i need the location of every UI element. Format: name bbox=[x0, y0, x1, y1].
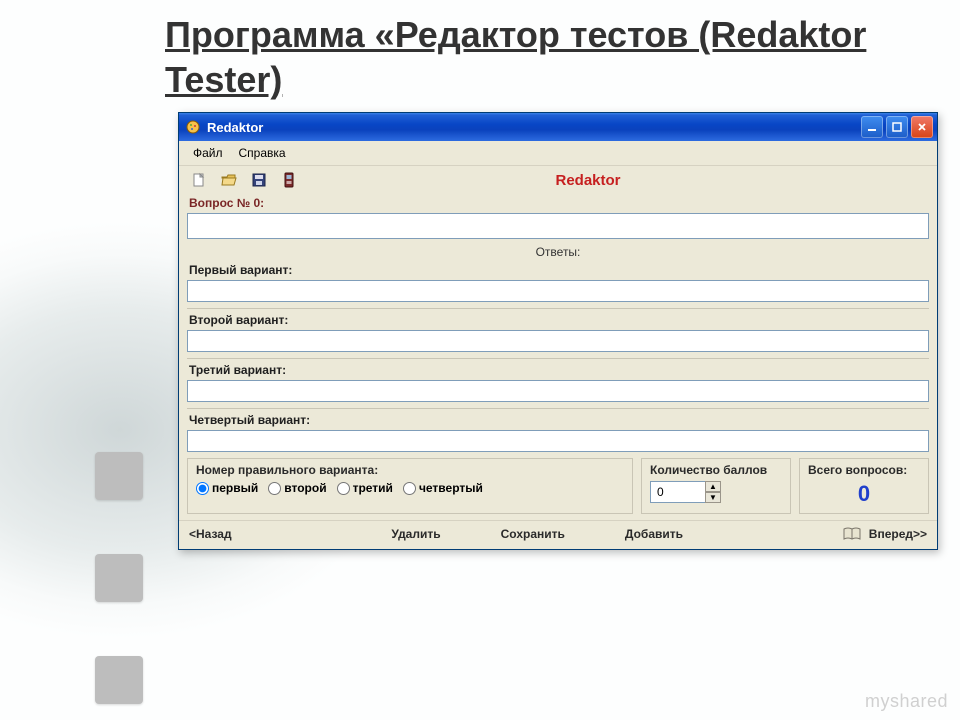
variant-1-input[interactable] bbox=[187, 280, 929, 302]
separator bbox=[187, 308, 929, 309]
slide-title: Программа «Редактор тестов (Redaktor Tes… bbox=[165, 12, 905, 102]
app-name-label: Redaktor bbox=[249, 172, 927, 189]
radio-1-input[interactable] bbox=[196, 482, 209, 495]
app-icon bbox=[185, 119, 201, 135]
app-window: Redaktor Файл Справка Redaktor Вопрос № … bbox=[178, 112, 938, 550]
open-file-button[interactable] bbox=[219, 170, 239, 190]
question-input[interactable] bbox=[187, 213, 929, 239]
points-input[interactable] bbox=[650, 481, 706, 503]
form-body: Вопрос № 0: Ответы: Первый вариант: Втор… bbox=[179, 192, 937, 520]
variant-3-label: Третий вариант: bbox=[189, 363, 927, 377]
variant-1-label: Первый вариант: bbox=[189, 263, 927, 277]
radio-1-label: первый bbox=[212, 481, 258, 495]
minimize-button[interactable] bbox=[861, 116, 883, 138]
menu-help[interactable]: Справка bbox=[233, 144, 292, 162]
radio-4-label: четвертый bbox=[419, 481, 483, 495]
nav-bar: <Назад Удалить Сохранить Добавить Вперед… bbox=[179, 520, 937, 549]
close-button[interactable] bbox=[911, 116, 933, 138]
forward-button[interactable]: Вперед>> bbox=[869, 527, 927, 541]
points-title: Количество баллов bbox=[650, 463, 782, 477]
points-spin-down[interactable]: ▼ bbox=[705, 492, 721, 503]
decorative-square bbox=[95, 452, 143, 500]
variant-4-label: Четвертый вариант: bbox=[189, 413, 927, 427]
open-folder-icon bbox=[221, 172, 237, 188]
total-title: Всего вопросов: bbox=[808, 463, 920, 477]
window-title: Redaktor bbox=[207, 120, 861, 135]
new-file-icon bbox=[191, 172, 207, 188]
add-button[interactable]: Добавить bbox=[625, 527, 683, 541]
variant-2-input[interactable] bbox=[187, 330, 929, 352]
maximize-button[interactable] bbox=[886, 116, 908, 138]
correct-variant-title: Номер правильного варианта: bbox=[196, 463, 624, 477]
decorative-square bbox=[95, 554, 143, 602]
separator bbox=[187, 358, 929, 359]
radio-2-label: второй bbox=[284, 481, 326, 495]
radio-option-4[interactable]: четвертый bbox=[403, 481, 483, 495]
points-spin-up[interactable]: ▲ bbox=[705, 481, 721, 492]
toolbar: Redaktor bbox=[179, 166, 937, 192]
radio-3-input[interactable] bbox=[337, 482, 350, 495]
radio-4-input[interactable] bbox=[403, 482, 416, 495]
radio-option-1[interactable]: первый bbox=[196, 481, 258, 495]
save-action-button[interactable]: Сохранить bbox=[501, 527, 565, 541]
radio-option-3[interactable]: третий bbox=[337, 481, 393, 495]
menubar: Файл Справка bbox=[179, 141, 937, 166]
back-button[interactable]: <Назад bbox=[189, 527, 232, 541]
variant-2-label: Второй вариант: bbox=[189, 313, 927, 327]
book-icon bbox=[843, 527, 861, 541]
decorative-square bbox=[95, 656, 143, 704]
titlebar[interactable]: Redaktor bbox=[179, 113, 937, 141]
new-file-button[interactable] bbox=[189, 170, 209, 190]
menu-file[interactable]: Файл bbox=[187, 144, 229, 162]
separator bbox=[187, 408, 929, 409]
variant-4-input[interactable] bbox=[187, 430, 929, 452]
radio-3-label: третий bbox=[353, 481, 393, 495]
radio-2-input[interactable] bbox=[268, 482, 281, 495]
total-value: 0 bbox=[808, 481, 920, 507]
variant-3-input[interactable] bbox=[187, 380, 929, 402]
radio-option-2[interactable]: второй bbox=[268, 481, 326, 495]
answers-header: Ответы: bbox=[187, 245, 929, 259]
correct-variant-panel: Номер правильного варианта: первый второ… bbox=[187, 458, 633, 514]
points-panel: Количество баллов ▲ ▼ bbox=[641, 458, 791, 514]
delete-button[interactable]: Удалить bbox=[391, 527, 440, 541]
total-panel: Всего вопросов: 0 bbox=[799, 458, 929, 514]
question-label: Вопрос № 0: bbox=[189, 196, 927, 210]
watermark: myshared bbox=[865, 691, 948, 712]
